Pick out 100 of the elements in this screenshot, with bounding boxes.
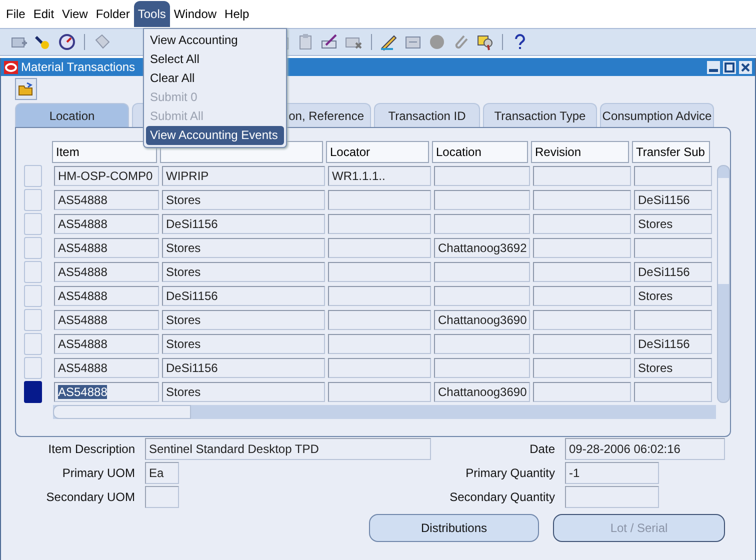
table-cell[interactable]: AS54888 [54,214,159,234]
table-cell[interactable]: WR1.1.1.. [328,166,431,186]
table-cell[interactable]: Stores [634,286,712,306]
table-cell[interactable] [328,262,431,282]
text-field[interactable]: -1 [565,462,659,484]
table-cell[interactable]: DeSi1156 [162,214,325,234]
table-cell[interactable] [533,166,631,186]
table-cell[interactable]: Chattanoog3692 [434,238,530,258]
table-cell[interactable] [434,358,530,378]
table-cell[interactable]: Stores [634,214,712,234]
table-cell[interactable] [434,214,530,234]
table-cell[interactable] [634,382,712,402]
table-cell[interactable]: WIPRIP [162,166,325,186]
menu-item[interactable]: Folder [92,1,134,27]
table-cell[interactable] [434,286,530,306]
table-cell[interactable] [434,334,530,354]
horizontal-scrollbar[interactable] [53,405,716,419]
vertical-scrollbar[interactable] [717,165,730,403]
table-cell[interactable] [328,358,431,378]
field-label: Primary UOM [61,466,136,480]
table-cell[interactable]: DeSi1156 [634,262,712,282]
menu-item[interactable]: Edit [29,1,58,27]
menu-item[interactable]: View Accounting Events [146,126,284,145]
menu-item[interactable]: View Accounting [144,31,286,50]
table-cell[interactable]: Stores [634,358,712,378]
selected-text: AS54888 [58,385,108,399]
table-cell[interactable] [434,262,530,282]
menu-item[interactable]: Tools [134,1,170,27]
table-cell[interactable]: Stores [162,382,325,402]
flashlight-icon[interactable] [34,33,52,51]
close-icon[interactable] [739,60,752,74]
menu-item[interactable]: Help [220,1,254,27]
table-cell[interactable]: Stores [162,190,325,210]
tab[interactable]: Location [15,103,129,127]
table-cell[interactable]: AS54888 [54,286,159,306]
table-cell[interactable] [533,238,631,258]
table-cell[interactable] [328,334,431,354]
table-cell[interactable] [634,310,712,330]
table-cell[interactable] [533,214,631,234]
maximize-icon[interactable] [723,60,736,74]
table-cell[interactable]: AS54888 [54,190,159,210]
field-label: Date [528,442,556,456]
menu-item[interactable]: Window [170,1,221,27]
table-cell[interactable]: AS54888 [54,310,159,330]
table-cell[interactable] [434,190,530,210]
edit-icon[interactable] [321,33,339,51]
table-cell[interactable] [328,286,431,306]
table-cell[interactable]: AS54888 [54,358,159,378]
table-cell[interactable]: AS54888 [54,382,159,402]
table-cell[interactable] [634,238,712,258]
table-cell[interactable] [533,190,631,210]
menu-item[interactable]: View [58,1,92,27]
pencil-icon[interactable] [380,33,398,51]
table-cell[interactable] [434,166,530,186]
text-field[interactable]: Sentinel Standard Desktop TPD [145,438,431,460]
action-button[interactable]: Distributions [369,514,539,542]
text-field[interactable] [145,486,179,508]
table-cell[interactable] [533,286,631,306]
compass-icon[interactable] [58,33,76,51]
table-cell[interactable] [328,190,431,210]
table-cell[interactable] [533,310,631,330]
table-cell[interactable]: Stores [162,310,325,330]
text-field[interactable]: 09-28-2006 06:02:16 [565,438,725,460]
tab[interactable]: Transaction ID [374,103,480,127]
table-cell[interactable] [634,166,712,186]
table-cell[interactable]: AS54888 [54,334,159,354]
menu-item[interactable]: Clear All [144,69,286,88]
sphere-icon[interactable] [428,33,446,51]
table-cell[interactable]: Chattanoog3690 [434,310,530,330]
table-cell[interactable] [328,382,431,402]
menu-item[interactable]: Select All [144,50,286,69]
table-cell[interactable] [533,358,631,378]
field-label: Secondary UOM [45,490,136,504]
table-cell[interactable] [328,238,431,258]
logo-icon [4,60,18,74]
table-cell[interactable]: Stores [162,262,325,282]
table-cell[interactable] [533,262,631,282]
table-cell[interactable]: DeSi1156 [162,358,325,378]
table-cell[interactable]: Stores [162,334,325,354]
table-cell[interactable]: DeSi1156 [634,334,712,354]
table-cell[interactable]: DeSi1156 [634,190,712,210]
menu-item[interactable]: File [2,1,30,27]
text-field[interactable]: Ea [145,462,179,484]
open-folder-button[interactable] [15,78,37,100]
table-cell[interactable]: Stores [162,238,325,258]
table-cell[interactable]: AS54888 [54,262,159,282]
table-cell[interactable] [533,382,631,402]
minimize-icon[interactable] [707,60,720,74]
table-cell[interactable] [533,334,631,354]
text-field[interactable] [565,486,659,508]
tab[interactable]: Consumption Advice [600,103,714,127]
table-cell[interactable]: HM-OSP-COMP0 [54,166,159,186]
table-cell[interactable] [328,214,431,234]
tools-icon[interactable] [476,33,494,51]
table-cell[interactable]: Chattanoog3690 [434,382,530,402]
table-cell[interactable]: AS54888 [54,238,159,258]
field-label: Item Description [47,442,136,456]
tab[interactable]: Transaction Type [483,103,597,127]
table-cell[interactable]: DeSi1156 [162,286,325,306]
table-cell[interactable] [328,310,431,330]
